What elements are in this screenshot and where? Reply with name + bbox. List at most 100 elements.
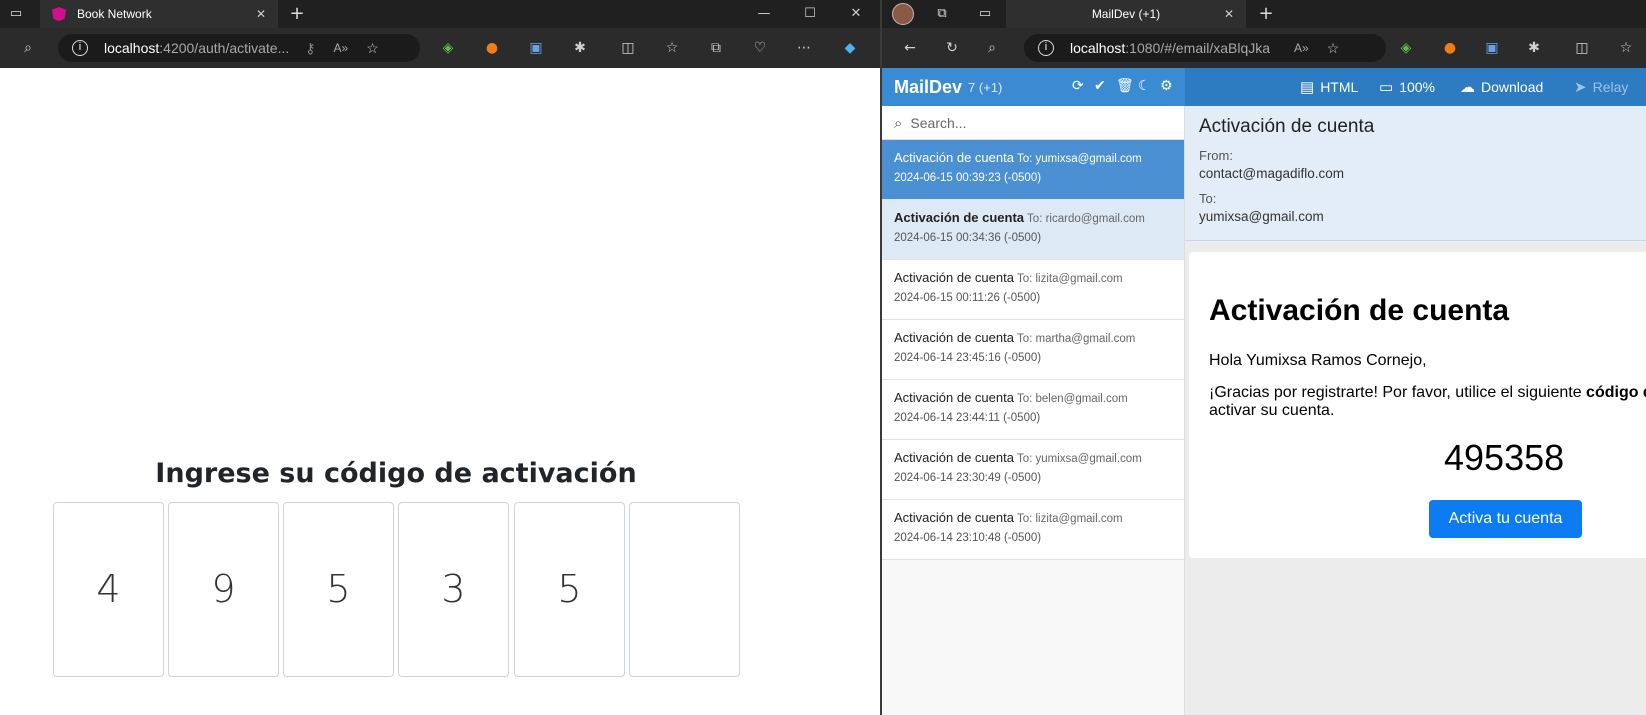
activation-code: 495358 [1444,437,1565,478]
code-digit-5[interactable]: 5 [514,502,625,677]
close-tab-icon[interactable]: ✕ [1224,7,1234,21]
new-tab-icon[interactable]: + [289,5,305,23]
tab-book-network[interactable]: Book Network ✕ [40,0,278,28]
email-subject: Activación de cuenta [894,390,1014,405]
email-list-item[interactable]: Activación de cuenta To: lizita@gmail.com… [882,260,1184,320]
email-greeting: Hola Yumixsa Ramos Cornejo, [1209,352,1427,369]
url-path: :4200/auth/activate... [159,40,290,56]
trash-icon[interactable]: 🗑 [1116,78,1134,94]
maximize-icon[interactable]: ☐ [788,0,832,28]
tab-actions-icon[interactable]: ▭ [8,6,24,22]
performance-icon[interactable]: ♡ [750,38,770,58]
collections-icon[interactable]: ⧉ [706,38,726,58]
read-aloud-icon[interactable]: A» [334,41,349,55]
email-to: To: lizita@gmail.com [1016,513,1123,525]
code-digit-2[interactable]: 9 [168,502,279,677]
email-date: 2024-06-15 00:39:23 (-0500) [894,172,1042,184]
extensions-icon[interactable]: ✱ [1524,38,1544,58]
favorite-icon[interactable]: ☆ [1327,40,1340,57]
email-subject: Activación de cuenta [894,450,1014,465]
download-button[interactable]: ☁ Download [1460,76,1543,98]
html-button[interactable]: ▤ HTML [1300,76,1358,98]
close-tab-icon[interactable]: ✕ [256,7,266,21]
file-code-icon: ▤ [1300,79,1315,96]
email-date: 2024-06-15 00:11:26 (-0500) [894,292,1041,304]
new-tab-icon[interactable]: + [1258,5,1274,23]
email-list-item[interactable]: Activación de cuenta To: lizita@gmail.com… [882,500,1184,560]
tab-actions-icon[interactable]: ▭ [977,6,993,22]
url-host: localhost [1070,40,1126,56]
search-bar: ⌕ [882,106,1184,140]
favorite-icon[interactable]: ☆ [366,40,379,57]
email-to: To: ricardo@gmail.com [1027,213,1145,225]
settings-icon[interactable]: ⚙ [1160,78,1173,94]
to-address: yumixsa@gmail.com [1199,209,1324,224]
refresh-icon[interactable]: ⟳ [1072,78,1084,94]
angular-logo-icon [52,7,66,21]
mark-read-icon[interactable]: ✔ [1094,78,1106,94]
activate-account-button[interactable]: Activa tu cuenta [1429,500,1582,538]
email-list-item[interactable]: Activación de cuenta To: yumixsa@gmail.co… [882,440,1184,500]
back-icon[interactable]: ← [900,38,920,58]
code-digit-4[interactable]: 3 [398,502,509,677]
favorites-icon[interactable]: ☆ [662,38,682,58]
extensions-icon[interactable]: ✱ [570,38,590,58]
workspaces-icon[interactable]: ⧉ [934,6,950,22]
search-input[interactable] [910,114,1161,131]
email-to: To: lizita@gmail.com [1016,273,1123,285]
code-digit-3[interactable]: 5 [283,502,394,677]
tab-maildev[interactable]: MailDev (+1) ✕ [1006,0,1246,28]
email-date: 2024-06-14 23:10:48 (-0500) [894,532,1042,544]
avatar[interactable] [892,3,914,25]
split-screen-icon[interactable]: ◫ [1572,38,1592,58]
zoom-button[interactable]: ▭ 100% [1379,76,1435,98]
relay-button[interactable]: ➤ Relay [1574,76,1628,98]
extension-orange-icon[interactable]: ● [482,38,502,58]
more-menu-icon[interactable]: ⋯ [794,38,814,58]
email-subject: Activación de cuenta [894,270,1014,285]
minimize-icon[interactable]: — [742,0,786,28]
extension-orange-icon[interactable]: ● [1440,38,1460,58]
cloud-download-icon: ☁ [1460,79,1475,96]
search-icon[interactable]: ⌕ [982,38,1002,58]
split-screen-icon[interactable]: ◫ [618,38,638,58]
email-date: 2024-06-14 23:44:11 (-0500) [894,412,1041,424]
refresh-icon[interactable]: ↻ [942,38,962,58]
url-field[interactable]: i localhost:1080/#/email/xaBlqJka A» ☆ [1024,34,1386,62]
extension-green-icon[interactable]: ◈ [438,38,458,58]
email-to: To: yumixsa@gmail.com [1016,153,1142,165]
read-aloud-icon[interactable]: A» [1294,41,1309,55]
email-list-item[interactable]: Activación de cuenta To: belen@gmail.com … [882,380,1184,440]
download-label: Download [1481,79,1544,95]
email-list-sidebar: ⌕ Activación de cuentaTo: yumixsa@gmail.… [882,106,1185,715]
code-digit-1[interactable]: 4 [53,502,164,677]
message-text-1: ¡Gracias por registrarte! Por favor, uti… [1209,384,1587,401]
close-window-icon[interactable]: ✕ [834,0,878,28]
email-heading: Activación de cuenta [1209,294,1510,327]
message-text-2: activar su cuenta. [1209,402,1335,419]
info-icon: i [1038,40,1054,56]
email-list-item[interactable]: Activación de cuenta To: martha@gmail.com… [882,320,1184,380]
right-browser-window: ⧉ ▭ MailDev (+1) ✕ + ← ↻ ⌕ i localhost:1… [882,0,1646,715]
favorites-icon[interactable]: ☆ [1616,38,1636,58]
email-subject: Activación de cuenta [894,330,1014,345]
left-browser-window: ▭ Book Network ✕ + — ☐ ✕ ⌕ i localhost:4… [0,0,880,715]
email-list-item[interactable]: Activación de cuenta To: ricardo@gmail.co… [882,200,1184,260]
search-icon[interactable]: ⌕ [18,38,38,58]
monitor-icon: ▭ [1379,79,1394,96]
email-subject: Activación de cuenta [894,150,1014,165]
left-address-bar: ⌕ i localhost:4200/auth/activate... ⚷ A»… [0,28,880,68]
url-field[interactable]: i localhost:4200/auth/activate... ⚷ A» ☆ [58,34,420,62]
code-digit-6[interactable] [629,502,740,677]
extension-green-icon[interactable]: ◈ [1396,38,1416,58]
extension-translate-icon[interactable]: ▣ [1482,38,1502,58]
email-content-card: Activación de cuenta Hola Yumixsa Ramos … [1189,252,1646,558]
copilot-icon[interactable]: ◆ [840,38,860,58]
tab-title: Book Network [77,7,152,21]
dark-mode-icon[interactable]: ☾ [1138,78,1151,94]
extension-translate-icon[interactable]: ▣ [526,38,546,58]
email-list-item[interactable]: Activación de cuenta To: yumixsa@gmail.co… [882,140,1184,200]
key-icon[interactable]: ⚷ [305,40,315,57]
activation-title: Ingrese su código de activación [155,458,637,489]
email-header: Activación de cuenta From: contact@magad… [1185,106,1646,241]
